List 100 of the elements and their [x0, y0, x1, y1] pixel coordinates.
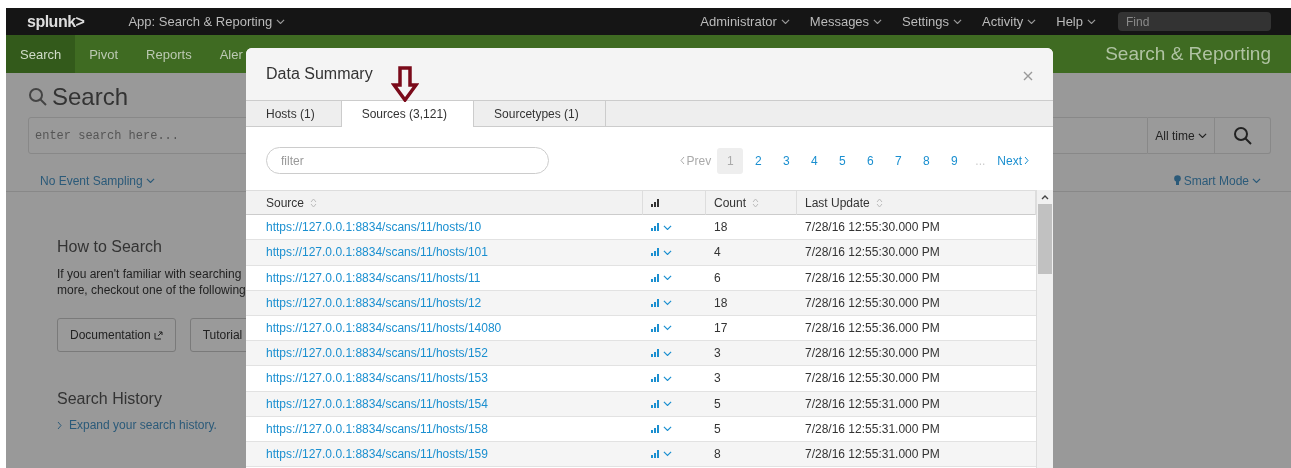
top-menu[interactable]: Activity [982, 14, 1037, 29]
dialog-tab[interactable]: Sources (3,121) [341, 101, 475, 127]
search-button[interactable] [1215, 117, 1271, 154]
bar-chart-icon [651, 298, 660, 307]
expand-history-link[interactable]: Expand your search history. [57, 418, 217, 432]
app-menu[interactable]: App: Search & Reporting [128, 14, 286, 29]
chevron-down-icon [1197, 132, 1207, 139]
last-update-cell: 7/28/16 12:55:30.000 PM [797, 240, 1036, 266]
sort-icon[interactable] [875, 197, 883, 208]
bar-chart-icon [651, 399, 660, 408]
top-menu[interactable]: Messages [809, 14, 883, 29]
dialog-title: Data Summary [266, 65, 373, 83]
page-link[interactable]: 5 [829, 147, 856, 174]
source-link[interactable]: https://127.0.0.1:8834/scans/11/hosts/10 [246, 215, 643, 241]
sampling-link[interactable]: No Event Sampling [40, 170, 155, 191]
chevron-down-icon [663, 300, 672, 306]
close-icon [1023, 70, 1033, 81]
page-link[interactable]: 1 [717, 147, 744, 174]
chevron-down-icon [1252, 177, 1261, 184]
sort-icon[interactable] [310, 197, 318, 208]
chevron-down-icon [276, 18, 286, 25]
column-header[interactable]: Last Update [797, 190, 1036, 216]
find-field[interactable]: Find [1118, 12, 1271, 31]
count-cell: 8 [706, 441, 797, 468]
chevron-down-icon [145, 177, 155, 184]
page-link[interactable]: 3 [773, 147, 800, 174]
chevron-down-icon [953, 18, 963, 25]
bar-chart-icon [651, 424, 660, 433]
bar-chart-icon [651, 198, 660, 207]
chevron-down-icon [1027, 18, 1037, 25]
bulb-icon [1173, 175, 1181, 186]
filter-field[interactable]: filter [266, 147, 549, 174]
chevron-left-icon [679, 156, 685, 165]
chart-menu[interactable] [651, 424, 672, 433]
scroll-thumb[interactable] [1038, 204, 1052, 274]
chevron-down-icon [663, 375, 672, 382]
arrow-down-annotation-icon [391, 66, 419, 102]
scrollbar[interactable] [1036, 190, 1053, 468]
bar-chart-icon [651, 349, 660, 358]
top-menu[interactable]: Help [1056, 14, 1096, 29]
top-menu[interactable]: Administrator [700, 14, 790, 29]
page-link[interactable]: 4 [801, 147, 828, 174]
chevron-right-icon [57, 420, 62, 430]
time-range-button[interactable]: All time [1148, 117, 1215, 154]
help-text: If you aren't familiar with searching [57, 266, 243, 282]
page-link[interactable]: 8 [913, 147, 940, 174]
page-link[interactable]: 6 [857, 147, 884, 174]
bar-chart-icon [651, 324, 660, 333]
scroll-up-icon[interactable] [1041, 194, 1049, 200]
source-link[interactable]: https://127.0.0.1:8834/scans/11/hosts/152 [246, 341, 643, 367]
chart-menu[interactable] [651, 248, 672, 257]
last-update-cell: 7/28/16 12:55:31.000 PM [797, 441, 1036, 468]
top-menu[interactable]: Settings [902, 14, 963, 29]
nav-tab[interactable]: Search [6, 35, 76, 73]
chart-menu[interactable] [651, 298, 672, 307]
chart-menu[interactable] [651, 399, 672, 408]
nav-tab[interactable]: Pivot [75, 35, 133, 73]
chevron-down-icon [663, 274, 672, 281]
chart-menu[interactable] [651, 349, 672, 358]
nav-tab[interactable]: Reports [132, 35, 206, 73]
sort-icon[interactable] [752, 197, 760, 208]
page-link[interactable]: 9 [941, 147, 968, 174]
source-link[interactable]: https://127.0.0.1:8834/scans/11/hosts/154 [246, 391, 643, 417]
bar-chart-icon [651, 273, 660, 282]
chevron-down-icon [663, 249, 672, 256]
source-link[interactable]: https://127.0.0.1:8834/scans/11/hosts/12 [246, 290, 643, 316]
column-header[interactable]: Count [706, 190, 797, 216]
next-page-link[interactable]: Next [993, 147, 1033, 174]
last-update-cell: 7/28/16 12:55:30.000 PM [797, 215, 1036, 241]
chart-menu[interactable] [651, 374, 672, 383]
help-text: more, checkout one of the following [57, 282, 246, 298]
page-title: Search [52, 83, 129, 111]
chevron-down-icon [663, 451, 672, 457]
source-link[interactable]: https://127.0.0.1:8834/scans/11/hosts/101 [246, 240, 643, 266]
splunk-logo[interactable]: splunk> [27, 12, 85, 31]
help-button[interactable]: Documentation [57, 318, 176, 352]
chevron-down-icon [663, 224, 672, 230]
search-icon [28, 87, 48, 107]
search-icon [1232, 125, 1253, 146]
page-link[interactable]: 2 [745, 147, 772, 174]
chevron-down-icon [663, 350, 672, 356]
last-update-cell: 7/28/16 12:55:31.000 PM [797, 391, 1036, 417]
bar-chart-icon [651, 248, 660, 257]
last-update-cell: 7/28/16 12:55:30.000 PM [797, 290, 1036, 316]
page-link[interactable]: 7 [885, 147, 912, 174]
chart-menu[interactable] [651, 223, 672, 232]
source-link[interactable]: https://127.0.0.1:8834/scans/11/hosts/159 [246, 441, 643, 468]
chart-menu[interactable] [651, 324, 672, 333]
chevron-down-icon [1087, 18, 1096, 25]
bar-chart-icon [651, 449, 660, 458]
last-update-cell: 7/28/16 12:55:30.000 PM [797, 341, 1036, 367]
column-header[interactable]: Source [246, 190, 643, 216]
count-cell: 4 [706, 240, 797, 266]
mode-link[interactable]: Smart Mode [1173, 170, 1261, 191]
pagination-ellipsis: ... [974, 153, 987, 168]
chart-menu[interactable] [651, 273, 672, 282]
dialog-tab[interactable]: Hosts (1) [246, 101, 342, 126]
chart-menu[interactable] [651, 449, 672, 458]
dialog-tab[interactable]: Sourcetypes (1) [474, 101, 606, 126]
external-link-icon [153, 330, 163, 340]
